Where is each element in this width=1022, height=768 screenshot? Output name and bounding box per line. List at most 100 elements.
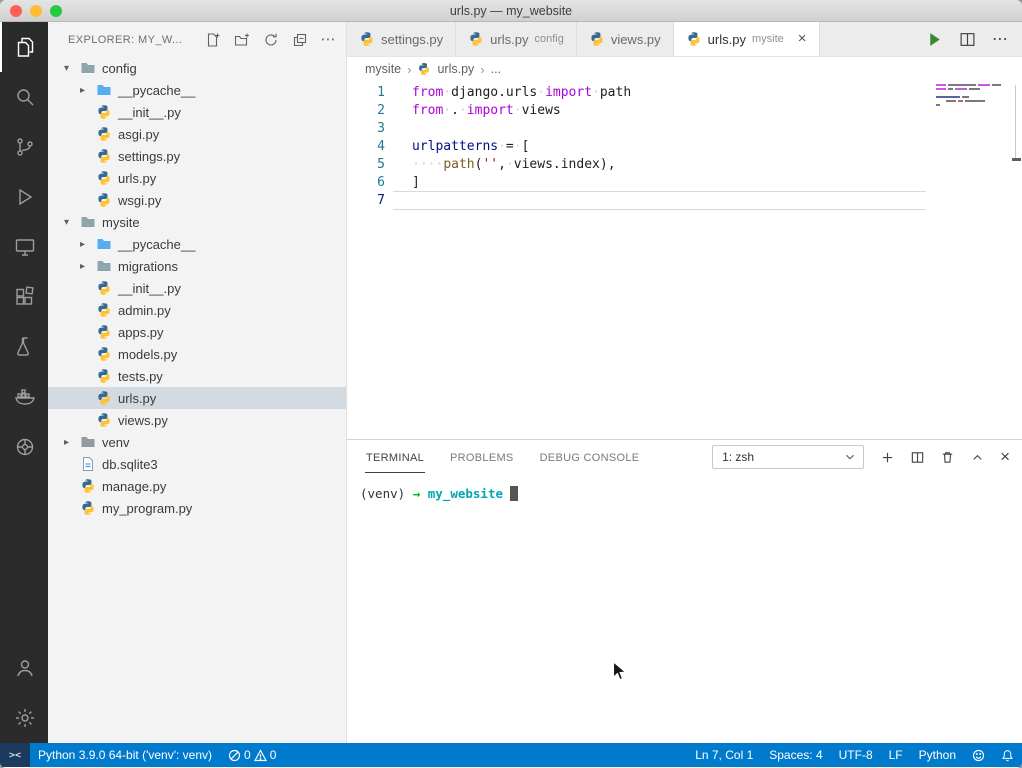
code-line: 5 ····path('',·views.index), bbox=[347, 156, 1022, 174]
tree-item-migrations[interactable]: ▸ migrations bbox=[48, 255, 346, 277]
close-panel-icon[interactable]: × bbox=[1000, 448, 1010, 465]
tab-label: urls.py bbox=[490, 31, 529, 47]
tree-item-db-sqlite3[interactable]: db.sqlite3 bbox=[48, 453, 346, 475]
indentation-item[interactable]: Spaces: 4 bbox=[761, 743, 830, 767]
database-file-icon bbox=[80, 456, 96, 472]
language-label: Python bbox=[918, 748, 956, 762]
tree-item-my-program-py[interactable]: my_program.py bbox=[48, 497, 346, 519]
activitybar-extensions[interactable] bbox=[0, 272, 48, 322]
tree-item-venv[interactable]: ▸ venv bbox=[48, 431, 346, 453]
gear-icon bbox=[16, 709, 34, 727]
status-bar: >< Python 3.9.0 64-bit ('venv': venv) 0 … bbox=[0, 743, 1022, 767]
search-icon bbox=[17, 89, 34, 106]
activitybar-docker[interactable] bbox=[0, 372, 48, 422]
code-token: = bbox=[505, 139, 514, 154]
tree-item-asgi-py[interactable]: asgi.py bbox=[48, 123, 346, 145]
refresh-icon[interactable] bbox=[263, 32, 279, 48]
tree-item-wsgi-py[interactable]: wsgi.py bbox=[48, 189, 346, 211]
line-col-label: Ln 7, Col 1 bbox=[695, 748, 754, 762]
tab-label: views.py bbox=[610, 31, 661, 47]
tab-label: urls.py bbox=[707, 31, 746, 47]
tree-item-admin-py[interactable]: admin.py bbox=[48, 299, 346, 321]
run-python-file-icon[interactable] bbox=[926, 31, 943, 48]
activitybar-remote-explorer[interactable] bbox=[0, 222, 48, 272]
breadcrumb-symbol[interactable]: ... bbox=[491, 62, 501, 76]
activitybar-kubernetes[interactable] bbox=[0, 422, 48, 472]
tab-urls-py-mysite[interactable]: urls.py mysite × bbox=[673, 22, 820, 56]
breadcrumb-folder[interactable]: mysite bbox=[365, 62, 401, 76]
new-terminal-icon[interactable] bbox=[880, 450, 895, 465]
tree-item-urls-py-mysite[interactable]: urls.py bbox=[48, 387, 346, 409]
language-mode-item[interactable]: Python bbox=[911, 743, 964, 767]
tree-item-manage-py[interactable]: manage.py bbox=[48, 475, 346, 497]
more-actions-icon[interactable]: ⋯ bbox=[992, 29, 1008, 49]
python-interpreter-item[interactable]: Python 3.9.0 64-bit ('venv': venv) bbox=[30, 743, 220, 767]
code-editor[interactable]: 1 from·django.urls·import·path 2 from·.·… bbox=[347, 81, 1022, 439]
tree-item-views-py[interactable]: views.py bbox=[48, 409, 346, 431]
close-window-button[interactable] bbox=[10, 5, 22, 17]
split-terminal-icon[interactable] bbox=[910, 450, 925, 465]
trash-icon[interactable] bbox=[940, 450, 955, 465]
activitybar-settings[interactable] bbox=[0, 693, 48, 743]
eol-item[interactable]: LF bbox=[881, 743, 911, 767]
tree-item-pycache[interactable]: ▸ __pycache__ bbox=[48, 79, 346, 101]
code-line: 3 bbox=[347, 120, 1022, 138]
minimize-window-button[interactable] bbox=[30, 5, 42, 17]
activitybar-run-debug[interactable] bbox=[0, 172, 48, 222]
tree-item-apps-py[interactable]: apps.py bbox=[48, 321, 346, 343]
problems-item[interactable]: 0 0 bbox=[220, 743, 284, 767]
panel-tab-terminal[interactable]: TERMINAL bbox=[365, 442, 426, 473]
tree-item-init-py[interactable]: __init__.py bbox=[48, 101, 346, 123]
zoom-window-button[interactable] bbox=[50, 5, 62, 17]
split-editor-icon[interactable] bbox=[959, 31, 976, 48]
prompt-arrow-icon: → bbox=[412, 486, 421, 501]
tab-views-py[interactable]: views.py bbox=[576, 22, 674, 56]
panel-tab-debug-console[interactable]: DEBUG CONSOLE bbox=[539, 442, 641, 473]
collapse-folders-icon[interactable] bbox=[292, 32, 308, 48]
prompt-venv: (venv) bbox=[360, 486, 406, 501]
activitybar-source-control[interactable] bbox=[0, 122, 48, 172]
error-icon bbox=[228, 749, 241, 761]
code-text: ····path('',·views.index), bbox=[393, 156, 926, 174]
encoding-label: UTF-8 bbox=[838, 748, 873, 762]
tree-item-pycache-mysite[interactable]: ▸ __pycache__ bbox=[48, 233, 346, 255]
editor-scrollbar[interactable] bbox=[1015, 85, 1016, 161]
tree-item-urls-py-config[interactable]: urls.py bbox=[48, 167, 346, 189]
feedback-item[interactable] bbox=[964, 743, 993, 767]
tab-urls-py-config[interactable]: urls.py config bbox=[456, 22, 577, 56]
new-file-icon[interactable] bbox=[205, 32, 221, 48]
warning-icon bbox=[253, 748, 267, 761]
remote-explorer-icon bbox=[15, 239, 35, 256]
python-icon bbox=[96, 170, 112, 186]
panel-tab-problems[interactable]: PROBLEMS bbox=[449, 442, 515, 473]
tree-item-tests-py[interactable]: tests.py bbox=[48, 365, 346, 387]
breadcrumb-file[interactable]: urls.py bbox=[437, 62, 474, 76]
activitybar-explorer[interactable] bbox=[0, 22, 48, 72]
explorer-header: EXPLORER: MY_W... ⋯ bbox=[48, 22, 346, 57]
tree-item-settings-py[interactable]: settings.py bbox=[48, 145, 346, 167]
folder-icon bbox=[80, 214, 96, 230]
activitybar-search[interactable] bbox=[0, 72, 48, 122]
new-folder-icon[interactable] bbox=[234, 32, 250, 48]
minimap[interactable] bbox=[936, 84, 1008, 108]
tree-item-config[interactable]: ▾ config bbox=[48, 57, 346, 79]
tree-item-models-py[interactable]: models.py bbox=[48, 343, 346, 365]
tree-item-mysite[interactable]: ▾ mysite bbox=[48, 211, 346, 233]
code-token: from bbox=[412, 85, 444, 100]
encoding-item[interactable]: UTF-8 bbox=[831, 743, 881, 767]
notifications-item[interactable] bbox=[993, 743, 1022, 767]
remote-indicator[interactable]: >< bbox=[0, 743, 30, 767]
more-actions-icon[interactable]: ⋯ bbox=[321, 32, 336, 47]
terminal-shell-select[interactable]: 1: zsh bbox=[712, 445, 865, 469]
activitybar-testing[interactable] bbox=[0, 322, 48, 372]
python-icon bbox=[359, 31, 375, 47]
close-icon[interactable]: × bbox=[798, 31, 807, 46]
chevron-up-icon[interactable] bbox=[970, 450, 985, 465]
terminal-shell-value: 1: zsh bbox=[722, 450, 755, 464]
cursor-position-item[interactable]: Ln 7, Col 1 bbox=[687, 743, 761, 767]
tab-settings-py[interactable]: settings.py bbox=[347, 22, 457, 56]
terminal-output[interactable]: (venv) → my_website bbox=[347, 474, 1022, 743]
activitybar-account[interactable] bbox=[0, 643, 48, 693]
tree-item-init-py-mysite[interactable]: __init__.py bbox=[48, 277, 346, 299]
tree-item-label: __init__.py bbox=[118, 280, 181, 296]
